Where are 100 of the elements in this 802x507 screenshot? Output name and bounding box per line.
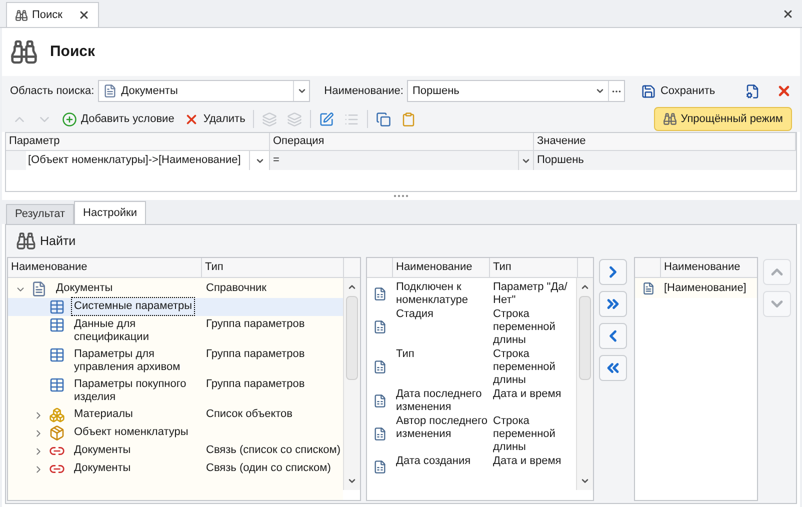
document-tab[interactable]: Поиск [6, 2, 100, 27]
toolbar-button[interactable]: Добавить условие [60, 108, 176, 130]
tree-item-type: Список объектов [205, 407, 293, 422]
move-button[interactable] [599, 291, 627, 317]
document-icon [103, 84, 118, 98]
tab[interactable]: Результат [6, 204, 74, 224]
field-type: Строка переменной длины [492, 347, 556, 387]
column-header[interactable]: Наименование [393, 258, 490, 277]
close-icon[interactable] [782, 8, 794, 20]
field-row[interactable]: Автор последнего изменения Строка переменной длины [367, 414, 576, 454]
simple-mode-button[interactable]: Упрощённый режим [654, 107, 792, 131]
delete-icon[interactable] [776, 83, 792, 99]
tree-row[interactable]: Документы Справочник [8, 280, 343, 298]
list-icon [344, 112, 360, 126]
field-type: Строка переменной длины [492, 307, 556, 347]
move-button[interactable] [599, 259, 627, 285]
field-label: Область поиска: [10, 84, 94, 99]
tree-item-type: Группа параметров [205, 317, 305, 332]
field-row[interactable]: Стадия Строка переменной длины [367, 307, 576, 347]
tree-row[interactable]: Параметры покупного изделия Группа параметров [8, 376, 343, 406]
field-name: Дата последнего изменения [395, 387, 483, 414]
field-name: Тип [395, 347, 416, 361]
field-name: Автор последнего изменения [395, 414, 489, 441]
field-type: Дата и время [492, 387, 562, 401]
layers-icon [262, 112, 278, 126]
tree-item-name: Данные для спецификации [73, 317, 150, 345]
scrollbar[interactable] [576, 278, 593, 490]
find-button[interactable]: Найти [12, 229, 80, 253]
field-icon [373, 394, 387, 408]
field-name: Подключен к номенклатуре [395, 280, 469, 307]
dropdown-icon [595, 86, 606, 96]
table-icon [49, 317, 65, 333]
field-icon [642, 282, 654, 294]
area-combobox[interactable]: Документы [98, 80, 310, 102]
move-button[interactable] [599, 323, 627, 349]
dropdown-icon [296, 86, 307, 96]
paste-icon [401, 112, 416, 126]
tree-item-name: Документы [55, 281, 114, 296]
tree-item-type: Группа параметров [205, 347, 305, 362]
field-type: Параметр "Да/Нет" [492, 280, 568, 307]
tree-row[interactable]: Данные для спецификации Группа параметров [8, 316, 343, 346]
tree-item-name: Параметры для управления архивом [73, 347, 182, 375]
column-header[interactable]: Наименование [8, 258, 202, 277]
field-icon [373, 427, 387, 441]
document-icon [31, 281, 47, 297]
tree-item-name: Объект номенклатуры [73, 425, 190, 440]
tree-row[interactable]: Параметры для управления архивом Группа параметров [8, 346, 343, 376]
binoculars-icon [662, 112, 677, 126]
scroll-down-icon[interactable] [347, 476, 357, 486]
cubes-icon [49, 407, 65, 423]
layers-icon [287, 112, 302, 126]
toolbar-button[interactable]: Удалить [182, 108, 248, 130]
tree-item-type: Связь (один со списком) [205, 461, 331, 476]
tree-row[interactable]: Документы Связь (один со списком) [8, 460, 343, 478]
close-icon[interactable] [78, 9, 90, 21]
field-row[interactable]: Дата последнего изменения Дата и время [367, 387, 576, 414]
plus-icon [62, 112, 77, 126]
tree-row[interactable]: Объект номенклатуры [8, 424, 343, 442]
column-header[interactable]: Параметр [6, 133, 270, 150]
field-row[interactable]: Дата создания Дата и время [367, 454, 576, 480]
binoculars-icon [10, 38, 38, 66]
scroll-up-icon[interactable] [347, 282, 357, 292]
tab-label: Поиск [32, 8, 62, 23]
field-name: Дата создания [395, 454, 472, 468]
package-icon [49, 425, 65, 441]
scroll-up-icon[interactable] [580, 282, 590, 292]
scrollbar[interactable] [343, 278, 360, 490]
column-header[interactable]: Тип [202, 258, 344, 277]
field-label: Наименование: [324, 84, 404, 99]
tab[interactable]: Настройки [74, 201, 146, 224]
edit-icon [319, 112, 334, 126]
page-title: Поиск [50, 42, 96, 62]
field-icon [373, 320, 387, 334]
tree-item-type: Справочник [205, 281, 266, 296]
scroll-down-icon[interactable] [580, 476, 590, 486]
move-button[interactable] [599, 355, 627, 381]
save-as-icon[interactable] [745, 84, 760, 98]
tree-row[interactable]: Системные параметры [8, 298, 343, 316]
save-icon [641, 84, 656, 98]
tree-row[interactable]: Материалы Список объектов [8, 406, 343, 424]
tree-item-name: Материалы [73, 407, 134, 422]
field-row[interactable]: Подключен к номенклатуре Параметр "Да/Нет" [367, 280, 576, 307]
tree-item-name: Параметры покупного изделия [73, 377, 188, 405]
tree-item-name: Системные параметры [72, 298, 194, 315]
table-icon [49, 347, 65, 363]
selected-field-row[interactable]: [Наименование] [635, 278, 757, 298]
column-header[interactable]: Тип [490, 258, 578, 277]
table-icon [49, 299, 65, 315]
binoculars-icon [15, 8, 28, 22]
operation-cell[interactable]: = [270, 151, 518, 170]
parameter-cell[interactable]: [Объект номенклатуры]->[Наименование] [26, 151, 250, 170]
value-cell[interactable]: Поршень [534, 151, 796, 170]
field-row[interactable]: Тип Строка переменной длины [367, 347, 576, 387]
name-combobox[interactable]: Поршень [407, 80, 626, 102]
tree-item-name: Документы [73, 461, 132, 476]
field-name: Стадия [395, 307, 434, 321]
column-header[interactable]: Операция [270, 133, 534, 150]
column-header[interactable]: Значение [534, 133, 796, 150]
tree-row[interactable]: Документы Связь (список со списком) [8, 442, 343, 460]
save-button[interactable]: Сохранить [637, 80, 720, 102]
